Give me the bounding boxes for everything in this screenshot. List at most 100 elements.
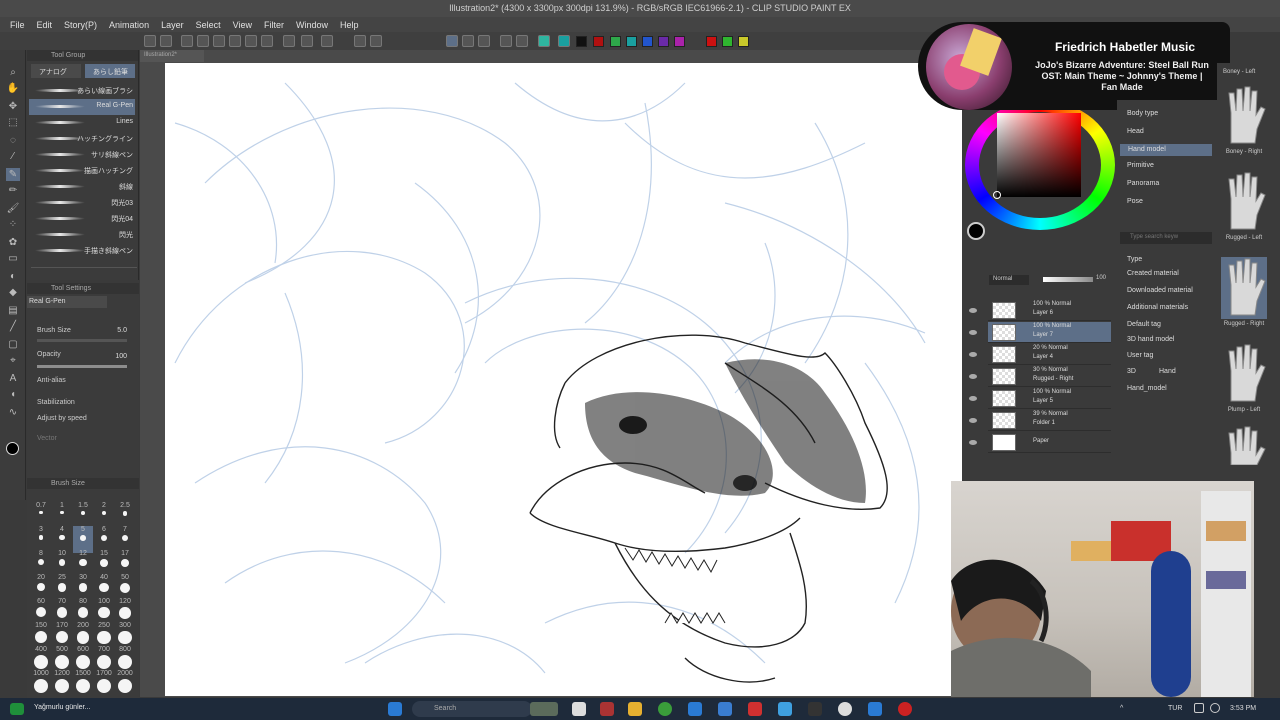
brush-size-preset[interactable]: 500: [52, 646, 72, 673]
brush-size-value[interactable]: 5.0: [97, 327, 127, 337]
opacity-slider[interactable]: [37, 365, 127, 368]
chevron-up-icon[interactable]: ^: [1120, 705, 1123, 712]
color-swatch[interactable]: [658, 36, 669, 47]
color-swatch[interactable]: [593, 36, 604, 47]
type-downloaded[interactable]: Downloaded material: [1127, 287, 1193, 294]
adjust-by-speed-checkbox[interactable]: Adjust by speed: [37, 415, 87, 422]
brush-size-preset[interactable]: 8: [31, 550, 51, 577]
fill-icon[interactable]: [538, 35, 550, 47]
layer-row[interactable]: 100 % Normal Layer 5: [988, 388, 1111, 409]
ruler-icon[interactable]: [446, 35, 458, 47]
menu-filter[interactable]: Filter: [264, 20, 284, 30]
category-hand-model[interactable]: Hand model: [1120, 144, 1212, 156]
app-icon[interactable]: [838, 702, 852, 716]
grid-icon[interactable]: [500, 35, 512, 47]
brush-size-preset[interactable]: 15: [94, 550, 114, 577]
brush-size-preset[interactable]: 12: [73, 550, 93, 577]
move-icon[interactable]: ✥: [6, 100, 20, 113]
menu-edit[interactable]: Edit: [37, 20, 53, 30]
brush-size-preset[interactable]: 170: [52, 622, 72, 649]
canvas-tab[interactable]: Illustration2*: [140, 50, 204, 62]
brush-size-preset[interactable]: 1500: [73, 670, 93, 697]
app-icon[interactable]: [868, 702, 882, 716]
menu-story[interactable]: Story(P): [64, 20, 97, 30]
ruler-icon[interactable]: ⌖: [6, 354, 20, 367]
app-icon[interactable]: [600, 702, 614, 716]
brush-size-slider[interactable]: [37, 339, 127, 342]
language-indicator[interactable]: TUR: [1168, 705, 1182, 712]
open-icon[interactable]: [181, 35, 193, 47]
category-body-type[interactable]: Body type: [1127, 110, 1158, 117]
brush-size-preset[interactable]: 150: [31, 622, 51, 649]
app-icon[interactable]: [808, 702, 822, 716]
brush-size-preset[interactable]: 600: [73, 646, 93, 673]
frame-icon[interactable]: ▢: [6, 338, 20, 351]
clip-studio-icon[interactable]: [898, 702, 912, 716]
airbrush-icon[interactable]: ⁘: [6, 218, 20, 231]
app-icon[interactable]: [748, 702, 762, 716]
brush-size-preset[interactable]: 7: [115, 526, 135, 553]
brush-item[interactable]: サリ斜線ペン: [29, 147, 135, 163]
brush-size-preset[interactable]: 100: [94, 598, 114, 625]
color-swatch[interactable]: [674, 36, 685, 47]
tag-3d[interactable]: 3D: [1127, 368, 1136, 375]
menu-window[interactable]: Window: [296, 20, 328, 30]
brush-size-preset[interactable]: 1: [52, 502, 72, 529]
brush-size-preset[interactable]: 50: [115, 574, 135, 601]
brush-size-preset[interactable]: 80: [73, 598, 93, 625]
brush-item[interactable]: 閃光: [29, 227, 135, 243]
app-icon[interactable]: [778, 702, 792, 716]
brush-size-preset[interactable]: 2000: [115, 670, 135, 697]
layer-row[interactable]: Paper: [988, 432, 1111, 453]
paste-icon[interactable]: [261, 35, 273, 47]
color-swatch[interactable]: [738, 36, 749, 47]
hand-material[interactable]: Boney - Right: [1221, 85, 1267, 155]
brush-size-preset[interactable]: 1200: [52, 670, 72, 697]
correct-line-icon[interactable]: ∿: [6, 406, 20, 419]
pen-icon[interactable]: ✎: [6, 168, 20, 181]
category-head[interactable]: Head: [1127, 128, 1144, 135]
brush-size-preset[interactable]: 30: [73, 574, 93, 601]
menu-select[interactable]: Select: [196, 20, 221, 30]
hand-material[interactable]: Rugged - Right: [1221, 257, 1267, 327]
layer-row[interactable]: 100 % Normal Layer 7: [988, 322, 1111, 343]
edge-icon[interactable]: [688, 702, 702, 716]
pencil-icon[interactable]: ✏: [6, 184, 20, 197]
category-primitive[interactable]: Primitive: [1127, 162, 1154, 169]
eye-icon[interactable]: [969, 308, 977, 313]
brush-size-preset[interactable]: 5: [73, 526, 93, 553]
line-icon[interactable]: [462, 35, 474, 47]
brush-size-preset[interactable]: 2.5: [115, 502, 135, 529]
type-created[interactable]: Created material: [1127, 270, 1179, 277]
text-icon[interactable]: A: [6, 372, 20, 385]
decoration-icon[interactable]: ✿: [6, 236, 20, 249]
menu-icon[interactable]: [144, 35, 156, 47]
brush-size-preset[interactable]: 2: [94, 502, 114, 529]
brush-size-preset[interactable]: 4: [52, 526, 72, 553]
redo-icon[interactable]: [301, 35, 313, 47]
hand-icon[interactable]: ✋: [6, 82, 20, 95]
color-swatch[interactable]: [610, 36, 621, 47]
layer-row[interactable]: 20 % Normal Layer 4: [988, 344, 1111, 365]
zoom-icon[interactable]: ⌕: [6, 66, 20, 79]
brush-item[interactable]: ハッチングライン: [29, 131, 135, 147]
wifi-icon[interactable]: [1194, 703, 1204, 713]
brush-item[interactable]: Real G-Pen: [29, 99, 135, 115]
brush-size-preset[interactable]: 10: [52, 550, 72, 577]
opacity-slider[interactable]: [1043, 277, 1093, 282]
brush-size-preset[interactable]: 1000: [31, 670, 51, 697]
tab-analog[interactable]: アナログ: [31, 64, 81, 78]
chrome-icon[interactable]: [658, 702, 672, 716]
color-mode-icon[interactable]: [558, 35, 570, 47]
main-color-icon[interactable]: [6, 442, 20, 455]
search-input[interactable]: Type search keyw: [1120, 232, 1212, 244]
hand-material[interactable]: [1221, 425, 1267, 487]
eye-icon[interactable]: [969, 440, 977, 445]
color-swatch[interactable]: [722, 36, 733, 47]
layer-row[interactable]: 100 % Normal Layer 6: [988, 300, 1111, 321]
saturation-value-square[interactable]: [997, 113, 1081, 197]
brush-size-preset[interactable]: 400: [31, 646, 51, 673]
brush-size-preset[interactable]: 300: [115, 622, 135, 649]
snap-icon[interactable]: [478, 35, 490, 47]
balloon-icon[interactable]: ◖: [6, 388, 20, 401]
